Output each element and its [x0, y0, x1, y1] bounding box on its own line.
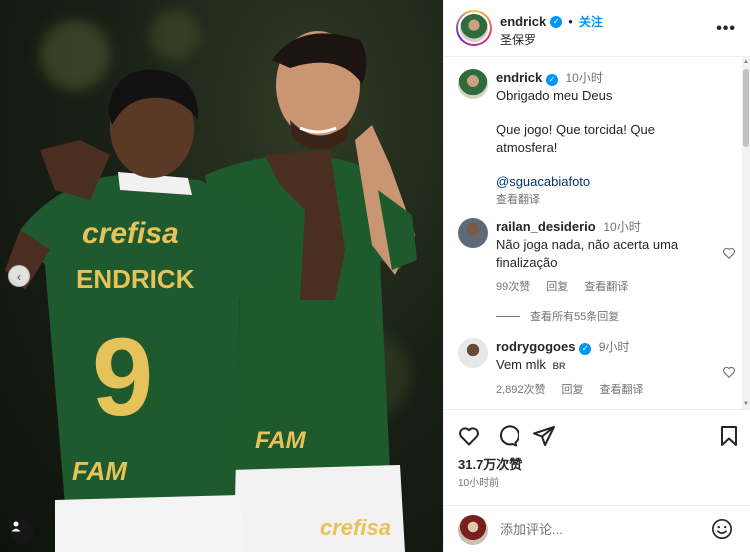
tagged-people-button[interactable] — [10, 520, 34, 544]
jersey-sponsor: crefisa — [82, 217, 179, 250]
comment-meta: 2,892次赞 回复 查看翻译 — [496, 381, 711, 399]
reply-button[interactable]: 回复 — [546, 278, 568, 296]
verified-icon: ✓ — [550, 15, 563, 28]
author-info: endrick ✓ • 关注 — [500, 13, 603, 30]
separator-dot: • — [568, 14, 573, 29]
emoji-icon[interactable] — [711, 518, 733, 540]
caption-username[interactable]: endrick — [496, 70, 542, 85]
like-comment-icon[interactable] — [722, 365, 736, 379]
comment-text: Não joga nada, não acerta uma finalizaçã… — [496, 237, 679, 270]
comment-likes[interactable]: 99次赞 — [496, 278, 530, 296]
flag-br: BR — [552, 361, 566, 371]
divider — [496, 315, 520, 317]
comment-text: Vem mlk — [496, 357, 546, 372]
comment-time[interactable]: 10小时 — [603, 220, 640, 234]
translate-button[interactable]: 查看翻译 — [584, 278, 628, 296]
bookmark-icon[interactable] — [717, 424, 741, 448]
post-location[interactable]: 圣保罗 — [500, 31, 536, 48]
person-icon — [11, 521, 21, 532]
caption-line-1: Obrigado meu Deus — [496, 88, 613, 103]
scroll-thumb[interactable] — [743, 69, 749, 147]
reply-button[interactable]: 回复 — [562, 381, 584, 399]
players-illustration: crefisa ENDRICK 9 FAM FAM crefisa — [5, 31, 417, 552]
post-timestamp[interactable]: 10小时前 — [458, 474, 499, 489]
comment-likes[interactable]: 2,892次赞 — [496, 381, 546, 399]
comment-icon[interactable] — [495, 424, 519, 448]
post-header: endrick ✓ • 关注 圣保罗 ••• — [444, 0, 750, 57]
post-actions: 31.7万次赞 10小时前 — [444, 409, 750, 499]
author-avatar[interactable] — [456, 10, 492, 46]
heart-icon[interactable] — [457, 424, 481, 448]
carousel-prev-button[interactable]: ‹ — [8, 265, 30, 287]
scroll-up-icon[interactable]: ▲ — [743, 59, 749, 65]
comment-avatar[interactable] — [458, 218, 488, 248]
jersey-sponsor-back: FAM — [255, 427, 307, 454]
verified-icon: ✓ — [579, 343, 592, 355]
like-comment-icon[interactable] — [722, 246, 736, 260]
likes-count[interactable]: 31.7万次赞 — [458, 454, 522, 473]
shorts-sponsor: crefisa — [320, 515, 391, 540]
view-replies-label[interactable]: 查看所有55条回复 — [530, 308, 619, 324]
caption-time[interactable]: 10小时 — [566, 71, 603, 85]
post-photo[interactable]: crefisa ENDRICK 9 FAM FAM crefisa ‹ — [0, 0, 443, 552]
caption-avatar[interactable] — [458, 69, 488, 99]
view-replies-button[interactable]: 查看所有55条回复 — [496, 308, 619, 324]
caption-translate[interactable]: 查看翻译 — [496, 191, 711, 209]
jersey-name: ENDRICK — [76, 264, 195, 294]
viewer-avatar — [458, 515, 488, 545]
comment-time[interactable]: 9小时 — [599, 340, 630, 354]
jersey-sponsor-bottom: FAM — [72, 456, 128, 486]
share-icon[interactable] — [532, 424, 556, 448]
comments-scrollbar[interactable]: ▲ ▼ — [742, 57, 750, 409]
author-username[interactable]: endrick — [500, 14, 546, 29]
verified-icon: ✓ — [545, 74, 558, 86]
scroll-down-icon[interactable]: ▼ — [743, 401, 749, 407]
comment-input[interactable] — [500, 516, 700, 542]
comment-meta: 99次赞 回复 查看翻译 — [496, 278, 711, 296]
post-side-panel: endrick ✓ • 关注 圣保罗 ••• endrick ✓ 10小时 Ob… — [443, 0, 750, 552]
jersey-number: 9 — [92, 316, 153, 439]
comment-username[interactable]: rodrygogoes — [496, 339, 575, 354]
caption-mention[interactable]: @sguacabiafoto — [496, 173, 711, 191]
add-comment-bar — [444, 505, 750, 552]
comment-avatar[interactable] — [458, 338, 488, 368]
translate-button[interactable]: 查看翻译 — [600, 381, 644, 399]
comments-list: endrick ✓ 10小时 Obrigado meu Deus Que jog… — [444, 57, 744, 409]
comment-username[interactable]: railan_desiderio — [496, 219, 596, 234]
caption-line-2: Que jogo! Que torcida! Que atmosfera! — [496, 122, 655, 155]
follow-button[interactable]: 关注 — [579, 13, 603, 30]
more-options-button[interactable]: ••• — [716, 20, 736, 38]
chevron-left-icon: ‹ — [16, 268, 22, 284]
